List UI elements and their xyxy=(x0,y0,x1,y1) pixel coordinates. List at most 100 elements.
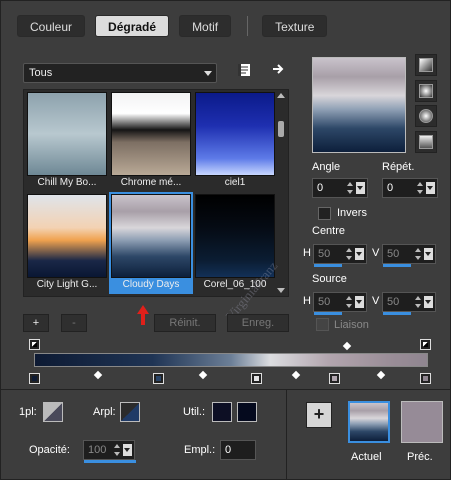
source-v-label: V xyxy=(372,295,380,307)
reset-button[interactable]: Réinit. xyxy=(154,314,216,332)
color-stop[interactable] xyxy=(420,373,431,384)
back-plane-swatch[interactable] xyxy=(120,402,140,422)
source-h-field[interactable]: 50 xyxy=(313,292,367,315)
location-field[interactable]: 0 xyxy=(220,440,256,460)
dropdown-icon[interactable] xyxy=(356,182,365,194)
gradient-swatch xyxy=(27,194,107,278)
source-h-label: H xyxy=(303,295,311,307)
center-h-field[interactable]: 50 xyxy=(313,244,367,267)
radial-style-icon[interactable] xyxy=(415,105,437,127)
current-label: Actuel xyxy=(351,451,382,463)
spin-arrows-icon[interactable] xyxy=(415,295,423,309)
gradient-swatch xyxy=(27,92,107,176)
source-label: Source xyxy=(312,273,347,285)
color-stop[interactable] xyxy=(329,373,340,384)
transparency-stop-start[interactable] xyxy=(29,339,40,350)
center-h-value: 50 xyxy=(318,248,331,260)
source-v-bar xyxy=(383,312,411,315)
sunburst-style-icon[interactable] xyxy=(415,131,437,153)
chevron-down-icon xyxy=(204,71,212,76)
util-label: Util.: xyxy=(183,406,205,418)
previous-swatch[interactable] xyxy=(401,401,443,443)
gradient-bar[interactable] xyxy=(34,353,428,367)
gallery-item[interactable]: ciel1 xyxy=(195,92,275,188)
gallery-item[interactable]: City Light G... xyxy=(27,194,107,290)
category-dropdown[interactable]: Tous xyxy=(23,63,217,83)
gallery-item-label: Cloudy Days xyxy=(122,279,180,290)
tab-divider xyxy=(247,16,249,36)
opacity-label: Opacité: xyxy=(29,444,70,456)
opacity-field[interactable]: 100 xyxy=(83,440,136,463)
midpoint-marker[interactable] xyxy=(291,370,301,380)
spin-arrows-icon[interactable] xyxy=(415,247,423,261)
center-v-value: 50 xyxy=(387,248,400,260)
midpoint-marker[interactable] xyxy=(376,370,386,380)
gradient-dialog: Couleur Dégradé Motif Texture Tous Chill… xyxy=(0,0,451,480)
notes-icon[interactable] xyxy=(235,63,253,81)
transparency-stop-end[interactable] xyxy=(420,339,431,350)
add-swatch-button[interactable]: + xyxy=(306,402,332,428)
spin-arrows-icon[interactable] xyxy=(347,181,355,195)
first-plane-swatch[interactable] xyxy=(43,402,63,422)
current-swatch[interactable] xyxy=(348,401,390,443)
gallery-item-label: ciel1 xyxy=(224,177,246,188)
color-stop[interactable] xyxy=(29,373,40,384)
category-value: Tous xyxy=(29,67,53,79)
red-arrow-icon xyxy=(137,305,149,325)
util-swatch-2[interactable] xyxy=(237,402,257,422)
center-label: Centre xyxy=(312,225,346,237)
dropdown-icon[interactable] xyxy=(355,296,364,308)
gradient-swatch xyxy=(111,194,191,278)
angle-value: 0 xyxy=(317,182,324,194)
transparency-midpoint[interactable] xyxy=(342,341,352,351)
repeat-field[interactable]: 0 xyxy=(382,178,438,198)
source-v-field[interactable]: 50 xyxy=(382,292,436,315)
rectangular-style-icon[interactable] xyxy=(415,80,437,102)
angle-label: Angle xyxy=(312,161,341,173)
tab-couleur[interactable]: Couleur xyxy=(17,15,86,37)
center-h-label: H xyxy=(303,247,311,259)
invert-label: Invers xyxy=(337,207,367,219)
first-plane-label: 1pl: xyxy=(19,406,37,418)
dropdown-icon[interactable] xyxy=(424,296,433,308)
center-v-bar xyxy=(383,264,411,267)
arrow-right-icon[interactable] xyxy=(269,62,287,80)
scroll-up-icon[interactable] xyxy=(277,93,285,98)
scroll-down-icon[interactable] xyxy=(277,288,285,293)
gallery-item[interactable]: Chill My Bo... xyxy=(27,92,107,188)
tab-texture[interactable]: Texture xyxy=(262,15,328,37)
gallery-item[interactable]: Chrome mé... xyxy=(111,92,191,188)
dropdown-icon[interactable] xyxy=(426,182,435,194)
spin-arrows-icon[interactable] xyxy=(346,247,354,261)
link-checkbox[interactable] xyxy=(316,318,329,331)
color-stop[interactable] xyxy=(251,373,262,384)
gallery-item-label: Chill My Bo... xyxy=(37,177,97,188)
util-swatch-1[interactable] xyxy=(212,402,232,422)
remove-button[interactable]: - xyxy=(61,314,87,332)
gradient-preview xyxy=(312,57,406,153)
gradient-swatch xyxy=(111,92,191,176)
invert-checkbox[interactable] xyxy=(318,207,331,220)
gallery-item-label: City Light G... xyxy=(36,279,98,290)
dropdown-icon[interactable] xyxy=(424,248,433,260)
spin-arrows-icon[interactable] xyxy=(346,295,354,309)
dropdown-icon[interactable] xyxy=(123,444,132,456)
linear-style-icon[interactable] xyxy=(415,54,437,76)
center-v-field[interactable]: 50 xyxy=(382,244,436,267)
midpoint-marker[interactable] xyxy=(198,370,208,380)
gallery-item-selected[interactable]: Cloudy Days xyxy=(109,192,193,294)
color-stop[interactable] xyxy=(153,373,164,384)
tab-motif[interactable]: Motif xyxy=(179,15,232,37)
dropdown-icon[interactable] xyxy=(355,248,364,260)
save-button[interactable]: Enreg. xyxy=(227,314,289,332)
midpoint-marker[interactable] xyxy=(93,370,103,380)
spin-arrows-icon[interactable] xyxy=(114,443,122,457)
angle-field[interactable]: 0 xyxy=(312,178,368,198)
tab-degrade[interactable]: Dégradé xyxy=(95,15,170,37)
spin-arrows-icon[interactable] xyxy=(417,181,425,195)
divider xyxy=(1,389,451,390)
gallery-scrollbar[interactable] xyxy=(277,93,285,293)
add-button[interactable]: + xyxy=(23,314,49,332)
scroll-thumb[interactable] xyxy=(278,121,284,137)
source-h-bar xyxy=(314,312,342,315)
